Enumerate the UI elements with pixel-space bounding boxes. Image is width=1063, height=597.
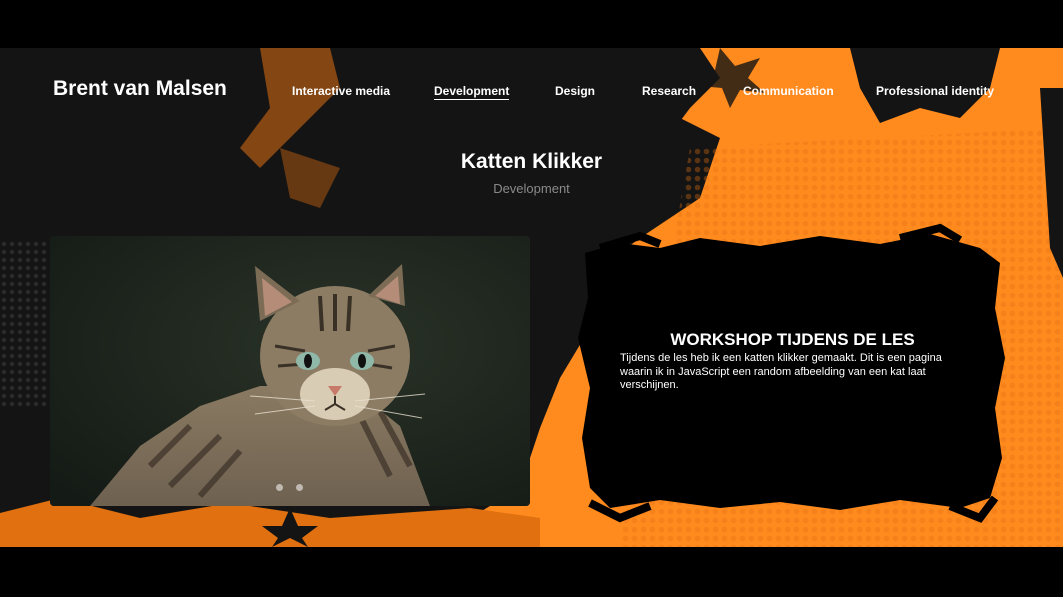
page-viewport: Brent van Malsen Interactive media Devel… [0, 48, 1063, 547]
image-carousel[interactable] [50, 236, 530, 506]
nav-item-professional-identity[interactable]: Professional identity [876, 84, 994, 98]
nav-item-interactive-media[interactable]: Interactive media [292, 84, 390, 98]
workshop-title: WORKSHOP TIJDENS DE LES [670, 330, 915, 349]
nav-item-development[interactable]: Development [434, 84, 510, 100]
nav-item-communication[interactable]: Communication [743, 84, 834, 98]
page-title: Katten Klikker [460, 150, 603, 173]
carousel-dot-1[interactable] [276, 484, 283, 491]
nav-item-design[interactable]: Design [555, 84, 595, 98]
workshop-description: Tijdens de les heb ik een katten klikker… [620, 352, 942, 391]
nav-item-research[interactable]: Research [642, 84, 696, 98]
cat-photo [50, 236, 530, 506]
page-category: Development [493, 181, 570, 196]
carousel-dot-2[interactable] [296, 484, 303, 491]
main-nav: Interactive media Development Design Res… [0, 84, 1063, 104]
